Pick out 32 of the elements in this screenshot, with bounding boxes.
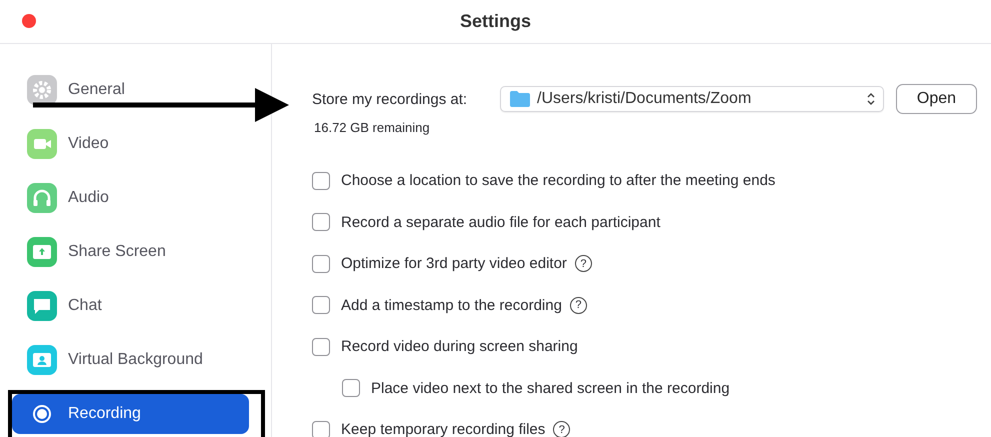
sidebar-item[interactable]: Recording	[12, 394, 249, 434]
checkbox[interactable]	[312, 420, 330, 437]
option-label: Add a timestamp to the recording	[341, 296, 562, 314]
sidebar-item[interactable]: Share Screen	[12, 232, 249, 272]
checkbox[interactable]	[312, 254, 330, 273]
sidebar-item[interactable]: Virtual Background	[12, 340, 249, 380]
option-label: Choose a location to save the recording to after the meeting ends	[341, 172, 776, 190]
option-label: Keep temporary recording files	[341, 421, 546, 437]
folder-dropdown[interactable]: /Users/kristi/Documents/Zoom	[500, 86, 884, 112]
option-label: Record a separate audio file for each participant	[341, 214, 660, 231]
help-icon[interactable]: ?	[553, 421, 570, 437]
space-remaining: 16.72 GB remaining	[314, 120, 431, 137]
folder-icon	[509, 90, 531, 108]
checkbox[interactable]	[312, 296, 330, 314]
help-icon[interactable]: ?	[570, 296, 587, 314]
field-label: Store my recordings at:	[312, 90, 468, 108]
option-label: Optimize for 3rd party video editor	[341, 255, 567, 272]
open-button[interactable]: Open	[896, 84, 977, 114]
help-icon[interactable]: ?	[574, 255, 592, 272]
checkbox[interactable]	[312, 172, 330, 190]
sidebar-item[interactable]: Video	[12, 124, 249, 164]
window-title: Settings	[460, 11, 531, 32]
close-button[interactable]	[22, 14, 36, 28]
checkbox[interactable]	[342, 379, 360, 398]
sidebar-item[interactable]: Audio	[12, 178, 249, 218]
checkbox[interactable]	[312, 213, 330, 232]
stepper-icon	[867, 92, 875, 106]
sidebar-item[interactable]: General	[12, 70, 249, 110]
checkbox[interactable]	[312, 338, 330, 356]
option-label: Place video next to the shared screen in the recording	[371, 380, 730, 397]
option-label: Record video during screen sharing	[341, 338, 578, 356]
sidebar-item[interactable]: Chat	[12, 286, 249, 326]
